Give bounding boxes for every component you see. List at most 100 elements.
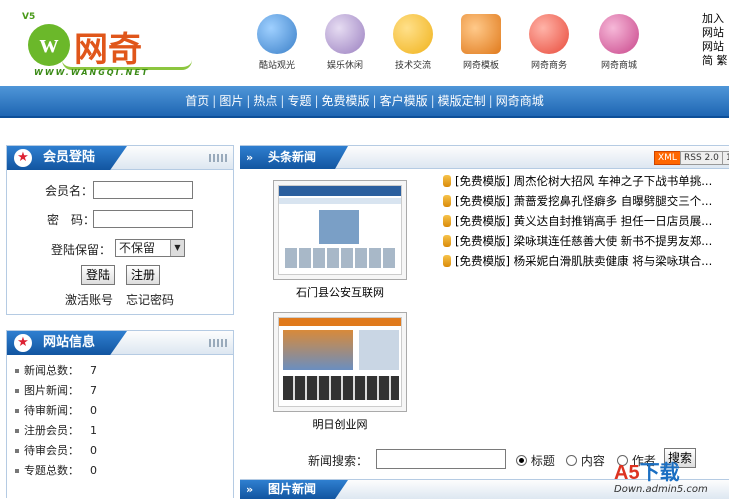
nav-separator: | — [488, 94, 493, 108]
news-title[interactable]: [免费模版] 周杰伦树大招风 车神之子下战书单挑... — [455, 174, 712, 188]
nav-separator: | — [246, 94, 251, 108]
news-title[interactable]: [免费模版] 杨采妮白滑肌肤卖健康 将与梁咏琪合... — [455, 254, 712, 268]
thumbnail-image — [278, 185, 402, 275]
top-link-lang[interactable]: 简 繁 — [702, 54, 728, 68]
stat-label: 待审新闻： — [24, 404, 79, 417]
headlines-title: 头条新闻 — [268, 150, 317, 164]
login-title: 会员登陆 — [43, 150, 96, 165]
thumbnail-1[interactable] — [273, 180, 407, 280]
search-option-content[interactable]: 内容 — [566, 452, 605, 469]
stat-label: 新闻总数： — [24, 364, 79, 377]
double-arrow-icon: » — [246, 151, 254, 164]
login-panel-header: ★ 会员登陆 — [7, 146, 233, 170]
stat-value: 0 — [90, 464, 97, 477]
stat-label: 图片新闻： — [24, 384, 79, 397]
nav-custom-templates[interactable]: 模版定制 — [438, 94, 486, 108]
stat-label: 专题总数： — [24, 464, 79, 477]
stat-row: 注册会员： 1 — [15, 421, 97, 441]
search-option-label: 内容 — [580, 454, 605, 468]
news-bullet-icon — [443, 215, 451, 227]
grip-icon — [209, 339, 229, 347]
nav-separator: | — [372, 94, 377, 108]
search-label: 新闻搜索： — [308, 454, 369, 468]
news-bullet-icon — [443, 175, 451, 187]
search-option-title[interactable]: 标题 — [516, 452, 555, 469]
nav-mall[interactable]: 网奇商城 — [496, 94, 544, 108]
site-header: V5 w 网奇 WWW.WANGQI.NET 酷站观光 娱乐休闲 技术交流 网奇… — [0, 0, 729, 86]
box-icon — [461, 14, 501, 54]
activate-account-link[interactable]: 激活账号 — [65, 291, 113, 308]
top-link-site-2[interactable]: 网站 — [702, 40, 728, 54]
news-bullet-icon — [443, 235, 451, 247]
nav-icon-tech[interactable]: 技术交流 — [384, 14, 442, 71]
search-option-label: 标题 — [530, 454, 555, 468]
xml-badge[interactable]: XML — [654, 151, 681, 165]
top-link-site-1[interactable]: 网站 — [702, 26, 728, 40]
thumbnail-2[interactable] — [273, 312, 407, 412]
thumbnail-image — [278, 317, 402, 407]
site-logo[interactable]: V5 w 网奇 WWW.WANGQI.NET — [22, 10, 192, 80]
news-item[interactable]: [免费模版] 周杰伦树大招风 车神之子下战书单挑... — [443, 172, 729, 190]
news-item[interactable]: [免费模版] 杨采妮白滑肌肤卖健康 将与梁咏琪合... — [443, 252, 729, 270]
nav-free-templates[interactable]: 免费模版 — [322, 94, 370, 108]
double-arrow-icon: » — [246, 483, 254, 496]
nav-icon-label: 酷站观光 — [258, 61, 295, 71]
register-button[interactable]: 注册 — [126, 265, 160, 285]
news-title[interactable]: [免费模版] 黄义达自封推销高手 担任一日店员展... — [455, 214, 712, 228]
stat-row: 图片新闻： 7 — [15, 381, 97, 401]
nav-icon-business[interactable]: 网奇商务 — [520, 14, 578, 71]
stat-value: 0 — [90, 444, 97, 457]
nav-pictures[interactable]: 图片 — [219, 94, 243, 108]
nav-icon-templates[interactable]: 网奇模板 — [452, 14, 510, 71]
chevron-down-icon: ▼ — [170, 240, 184, 256]
login-button[interactable]: 登陆 — [81, 265, 115, 285]
news-item[interactable]: [免费模版] 萧蔷爱挖鼻孔怪癖多 自曝劈腿交三个... — [443, 192, 729, 210]
nav-home[interactable]: 首页 — [185, 94, 209, 108]
password-input[interactable] — [93, 210, 193, 228]
news-title[interactable]: [免费模版] 萧蔷爱挖鼻孔怪癖多 自曝劈腿交三个... — [455, 194, 712, 208]
nav-icon-entertainment[interactable]: 娱乐休闲 — [316, 14, 374, 71]
nav-topics[interactable]: 专题 — [287, 94, 311, 108]
watermark-brand-b: 下载 — [639, 462, 680, 484]
watermark-domain: Down.admin5.com — [614, 484, 708, 495]
nav-icon-label: 娱乐休闲 — [326, 61, 363, 71]
stat-row: 新闻总数： 7 — [15, 361, 97, 381]
photo-news-title: 图片新闻 — [268, 482, 317, 496]
site-info-header: ★ 网站信息 — [7, 331, 233, 355]
nav-icon-cool-sites[interactable]: 酷站观光 — [248, 14, 306, 71]
news-item[interactable]: [免费模版] 黄义达自封推销高手 担任一日店员展... — [443, 212, 729, 230]
keep-login-select[interactable]: 不保留 ▼ — [115, 239, 185, 257]
top-link-join[interactable]: 加入 — [702, 12, 728, 26]
stat-value: 7 — [90, 364, 97, 377]
stat-value: 0 — [90, 404, 97, 417]
nav-icon-label: 技术交流 — [394, 61, 431, 71]
nav-hot[interactable]: 热点 — [253, 94, 277, 108]
thumbnail-caption[interactable]: 石门县公安互联网 — [273, 284, 407, 300]
search-input[interactable] — [376, 449, 506, 469]
username-label: 会员名： — [45, 184, 94, 198]
stat-label: 注册会员： — [24, 424, 79, 437]
watermark-brand-a: A5 — [614, 462, 640, 484]
nav-separator: | — [212, 94, 217, 108]
nav-client-templates[interactable]: 客户模版 — [380, 94, 428, 108]
extra-badge[interactable]: 1 — [722, 151, 729, 165]
username-input[interactable] — [93, 181, 193, 199]
headlines-header: » 头条新闻 XML RSS 2.0 1 — [240, 145, 729, 169]
forgot-password-link[interactable]: 忘记密码 — [126, 291, 174, 308]
site-stats-list: 新闻总数： 7 图片新闻： 7 待审新闻： 0 注册会员： 1 待审会员： 0 专题总数：… — [15, 361, 97, 481]
news-item[interactable]: [免费模版] 梁咏琪连任慈善大使 新书不提男友郑... — [443, 232, 729, 250]
news-title[interactable]: [免费模版] 梁咏琪连任慈善大使 新书不提男友郑... — [455, 234, 712, 248]
nav-icon-label: 网奇商城 — [600, 61, 637, 71]
thumbnail-caption[interactable]: 明日创业网 — [273, 416, 407, 432]
stat-row: 待审新闻： 0 — [15, 401, 97, 421]
nav-icon-shop[interactable]: 网奇商城 — [590, 14, 648, 71]
stat-row: 专题总数： 0 — [15, 461, 97, 481]
nav-icon-label: 网奇模板 — [462, 61, 499, 71]
globe-icon — [257, 14, 297, 54]
password-label: 密 码： — [47, 213, 96, 227]
radio-selected-icon — [516, 455, 527, 466]
top-links: 加入 网站 网站 简 繁 — [702, 12, 728, 68]
site-info-title: 网站信息 — [43, 335, 96, 350]
rss-badge[interactable]: RSS 2.0 — [680, 151, 723, 165]
shopping-icon — [599, 14, 639, 54]
